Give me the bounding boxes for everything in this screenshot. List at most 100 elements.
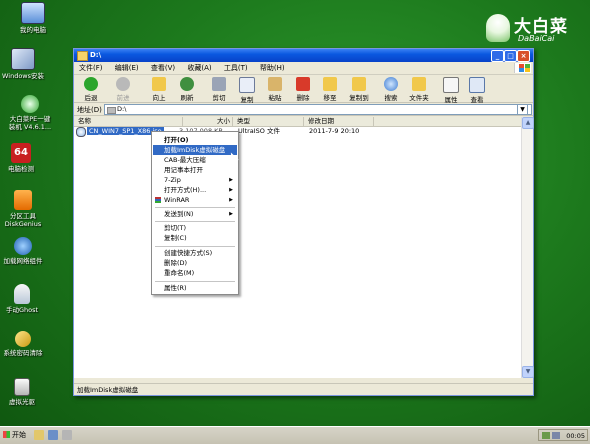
desktop-icon-windows-setup[interactable]: Windows安装 — [0, 48, 54, 80]
vertical-scrollbar[interactable]: ▲ ▼ — [521, 117, 534, 378]
logo-text-en: DaBaiCai — [518, 34, 555, 43]
menu-item-create-shortcut[interactable]: 创建快捷方式(S) — [153, 248, 237, 258]
desktop-icon-diskgenius[interactable]: 分区工具 DiskGenius — [0, 190, 54, 228]
ghost-icon — [14, 284, 30, 304]
column-header-date[interactable]: 修改日期 — [304, 117, 374, 126]
folder-icon — [77, 51, 88, 61]
delete-icon — [296, 77, 310, 91]
menu-item-properties[interactable]: 属性(R) — [153, 283, 237, 293]
paste-button[interactable]: 粘贴 — [264, 77, 286, 102]
paste-label: 粘贴 — [268, 94, 282, 102]
menu-tools[interactable]: 工具(T) — [219, 64, 253, 72]
menu-item-send-to[interactable]: 发送到(N) ▶ — [153, 209, 237, 219]
context-menu: 打开(O) 加载ImDisk虚拟磁盘 CAB-最大压缩 用记事本打开 7-Zip… — [151, 131, 239, 295]
desktop-icon-label: 大白菜PE一键 装机 V4.6.1... — [8, 115, 52, 131]
desktop-icon-label: 系统密码清除 — [3, 349, 43, 357]
back-button[interactable]: 后退 — [80, 77, 102, 102]
start-button[interactable]: 开始 — [2, 429, 30, 441]
desktop-icon-label: 手动Ghost — [5, 306, 39, 314]
menu-item-mount-imdisk[interactable]: 加载ImDisk虚拟磁盘 — [153, 145, 237, 155]
refresh-button[interactable]: 刷新 — [176, 77, 198, 102]
quicklaunch-desktop-icon[interactable] — [48, 430, 58, 440]
status-text: 加载ImDisk虚拟磁盘 — [77, 386, 139, 394]
start-logo-icon — [3, 431, 10, 438]
desktop-icon-label: 加载网络组件 — [3, 257, 43, 265]
folders-button[interactable]: 文件夹 — [406, 77, 432, 102]
views-button[interactable]: 查看 — [466, 77, 488, 104]
forward-button[interactable]: 前进 — [112, 77, 134, 102]
menu-item-delete[interactable]: 删除(D) — [153, 258, 237, 268]
properties-button[interactable]: 属性 — [440, 77, 462, 104]
quicklaunch-folder-icon[interactable] — [62, 430, 72, 440]
delete-button[interactable]: 删除 — [292, 77, 314, 102]
desktop-icon-dabaicai-install[interactable]: 大白菜PE一键 装机 V4.6.1... — [0, 95, 61, 131]
dabaicai-logo: 大白菜 DaBaiCai — [486, 12, 578, 48]
address-dropdown-button[interactable]: ▼ — [517, 104, 528, 115]
scroll-up-button[interactable]: ▲ — [522, 117, 534, 129]
menu-separator — [155, 207, 235, 208]
submenu-arrow-icon: ▶ — [229, 211, 233, 217]
clock: 00:05 — [566, 432, 585, 440]
copy-button[interactable]: 复制 — [236, 77, 258, 104]
submenu-arrow-icon: ▶ — [229, 187, 233, 193]
desktop-icon-virtual-drive[interactable]: 虚拟光驱 — [0, 378, 53, 406]
column-header-name[interactable]: 名称 — [74, 117, 183, 126]
desktop-icon-label: 虚拟光驱 — [9, 398, 35, 406]
menu-item-cab-compress[interactable]: CAB-最大压缩 — [153, 155, 237, 165]
tray-volume-icon[interactable] — [552, 432, 560, 439]
windows-logo-icon — [514, 63, 531, 73]
windows-setup-icon — [11, 48, 35, 70]
drive-icon — [107, 107, 116, 114]
copy-to-button[interactable]: 复制到 — [346, 77, 372, 102]
close-button[interactable]: × — [517, 50, 530, 62]
menu-item-rename[interactable]: 重命名(M) — [153, 268, 237, 278]
tray-network-icon[interactable] — [542, 432, 550, 439]
pc-check-icon: 64 — [11, 143, 31, 163]
move-to-button[interactable]: 移至 — [319, 77, 341, 102]
file-list[interactable]: 名称 大小 类型 修改日期 CN_WIN7_SP1_X86.iso 3,107,… — [74, 117, 522, 378]
desktop-icon-pc-check[interactable]: 64 电脑检测 — [0, 143, 52, 173]
status-bar: 加载ImDisk虚拟磁盘 — [74, 383, 533, 395]
menu-item-open-with[interactable]: 打开方式(H)... ▶ — [153, 185, 237, 195]
desktop-icon-network[interactable]: 加载网络组件 — [0, 237, 54, 265]
desktop-icon-my-computer[interactable]: 我的电脑 — [2, 2, 64, 34]
quicklaunch-explorer-icon[interactable] — [34, 430, 44, 440]
column-header-type[interactable]: 类型 — [233, 117, 304, 126]
search-button[interactable]: 搜索 — [380, 77, 402, 102]
explorer-window[interactable]: D:\ _ □ × 文件(F) 编辑(E) 查看(V) 收藏(A) 工具(T) … — [73, 48, 534, 396]
up-button[interactable]: 向上 — [148, 77, 170, 102]
scroll-down-button[interactable]: ▼ — [522, 366, 534, 378]
desktop-icon-ghost[interactable]: 手动Ghost — [0, 284, 53, 314]
menu-item-open[interactable]: 打开(O) — [153, 135, 237, 145]
cut-label: 剪切 — [212, 94, 226, 102]
desktop-icon-label: 分区工具 DiskGenius — [4, 212, 42, 228]
menu-item-open-notepad[interactable]: 用记事本打开 — [153, 165, 237, 175]
title-bar[interactable]: D:\ _ □ × — [74, 49, 533, 62]
menu-help[interactable]: 帮助(H) — [255, 64, 290, 72]
menu-item-copy[interactable]: 复制(C) — [153, 233, 237, 243]
up-folder-icon — [152, 77, 166, 91]
views-icon — [469, 77, 485, 93]
menu-item-winrar[interactable]: WinRAR ▶ — [153, 195, 237, 205]
cut-button[interactable]: 剪切 — [208, 77, 230, 102]
paste-icon — [268, 77, 282, 91]
menu-file[interactable]: 文件(F) — [74, 64, 108, 72]
diskgenius-icon — [14, 190, 32, 210]
menu-item-7zip[interactable]: 7-Zip ▶ — [153, 175, 237, 185]
password-key-icon — [15, 331, 31, 347]
delete-label: 删除 — [296, 94, 310, 102]
window-title: D:\ — [90, 51, 102, 59]
menu-separator — [155, 221, 235, 222]
desktop-icon-password-clear[interactable]: 系统密码清除 — [0, 331, 54, 357]
maximize-button[interactable]: □ — [504, 50, 517, 62]
column-header-size[interactable]: 大小 — [183, 117, 233, 126]
address-input[interactable]: D:\ — [104, 104, 532, 115]
menu-favorites[interactable]: 收藏(A) — [182, 64, 216, 72]
menu-edit[interactable]: 编辑(E) — [110, 64, 144, 72]
menu-separator — [155, 281, 235, 282]
desktop-icon-label: 电脑检测 — [8, 165, 34, 173]
minimize-button[interactable]: _ — [491, 50, 504, 62]
menu-view[interactable]: 查看(V) — [146, 64, 180, 72]
menu-item-cut[interactable]: 剪切(T) — [153, 223, 237, 233]
address-label: 地址(D) — [77, 106, 102, 114]
